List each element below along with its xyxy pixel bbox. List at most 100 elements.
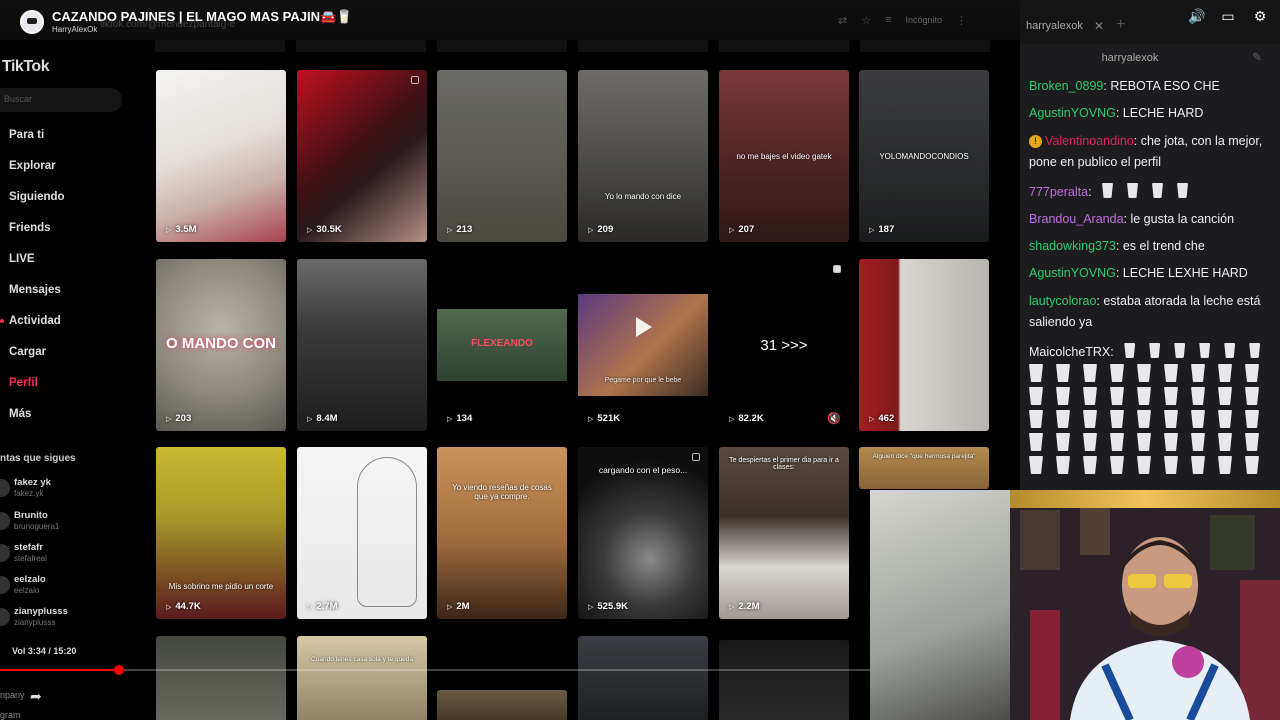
play-icon[interactable]: [636, 317, 652, 337]
avatar: [0, 512, 10, 530]
video-tile[interactable]: YOLOMANDOCONDIOS ▷ 187: [859, 70, 989, 242]
chat-message: Brandou_Aranda: le gusta la canción: [1029, 212, 1235, 226]
cup-emote: [1029, 410, 1043, 428]
cup-emote: [1083, 387, 1097, 405]
partial-tile[interactable]: [437, 40, 567, 52]
chat-tab[interactable]: harryalexok: [1026, 20, 1083, 32]
video-tile[interactable]: cargando con el peso... ▷ 525.9K: [578, 447, 708, 619]
channel-avatar[interactable]: [20, 10, 44, 34]
chat-username[interactable]: 777peralta: [1029, 185, 1088, 199]
pencil-icon[interactable]: ✎: [1252, 50, 1262, 64]
emote-row: [1029, 456, 1279, 479]
view-count: ▷ 2M: [447, 601, 470, 612]
emote-row: [1029, 387, 1279, 410]
cup-emote: [1245, 387, 1259, 405]
video-progress-bar[interactable]: [0, 665, 1020, 675]
activity-notification-dot: [0, 319, 4, 323]
video-tile[interactable]: O MANDO CON ▷ 203: [156, 259, 286, 431]
video-tile[interactable]: ▷ 213: [437, 70, 567, 242]
video-tile[interactable]: ▷ 8.4M: [297, 259, 427, 431]
cup-emote: [1224, 343, 1236, 358]
video-tile[interactable]: Yo lo mando con dice ▷ 209: [578, 70, 708, 242]
video-tile[interactable]: [578, 636, 708, 720]
cup-emote: [1083, 433, 1097, 451]
cup-emote: [1245, 456, 1259, 474]
nav-explorar[interactable]: Explorar: [9, 160, 56, 172]
add-tab-icon[interactable]: +: [1116, 16, 1125, 34]
chat-username[interactable]: Valentinoandino: [1045, 134, 1134, 148]
chat-username[interactable]: AgustinYOVNG: [1029, 106, 1116, 120]
incognito-label[interactable]: Incógnito: [906, 15, 943, 25]
video-tile[interactable]: Alguien dice "que hermosa parejita": [859, 447, 989, 489]
play-icon: ▷: [588, 603, 594, 611]
more-icon[interactable]: ⋮: [956, 14, 967, 27]
multi-image-icon: [833, 265, 841, 273]
cup-emote: [1110, 433, 1124, 451]
avatar: [0, 479, 10, 497]
view-count: ▷ 44.7K: [166, 601, 201, 612]
account-handle: fakez.yk: [14, 489, 44, 498]
chat-username[interactable]: MaicolcheTRX: [1029, 345, 1110, 359]
cup-emote: [1218, 433, 1232, 451]
video-tile[interactable]: 31 >>> ▷ 82.2K 🔇: [719, 259, 849, 431]
nav-friends[interactable]: Friends: [9, 222, 51, 234]
cup-emote: [1218, 387, 1232, 405]
video-tile[interactable]: [437, 690, 567, 720]
partial-tile[interactable]: [155, 40, 285, 52]
video-title-bar: CAZANDO PAJINES | EL MAGO MAS PAJIN🚘🥛 Ha…: [0, 0, 1020, 40]
video-tile[interactable]: Mis sobrino me pidio un corte ▷ 44.7K: [156, 447, 286, 619]
cup-emote: [1056, 387, 1070, 405]
chat-username[interactable]: AgustinYOVNG: [1029, 266, 1116, 280]
nav-mensajes[interactable]: Mensajes: [9, 284, 61, 296]
video-tile[interactable]: FLEXEANDO ▷ 134: [437, 259, 567, 431]
nav-live[interactable]: LIVE: [9, 253, 35, 265]
video-tile[interactable]: ▷ 3.5M: [156, 70, 286, 242]
chat-username[interactable]: Brandou_Aranda: [1029, 212, 1124, 226]
view-count: ▷ 213: [447, 224, 473, 235]
partial-tile[interactable]: [719, 40, 849, 52]
mute-icon[interactable]: 🔇: [827, 412, 841, 425]
video-tile[interactable]: [156, 636, 286, 720]
footer-link[interactable]: npany: [0, 690, 25, 700]
video-tile[interactable]: [719, 640, 849, 720]
cup-emote: [1056, 456, 1070, 474]
volume-icon[interactable]: 🔊: [1188, 8, 1205, 24]
cup-emote: [1174, 343, 1186, 358]
nav-actividad[interactable]: Actividad: [9, 315, 61, 327]
cup-emote: [1110, 410, 1124, 428]
nav-para-ti[interactable]: Para ti: [9, 129, 44, 141]
avatar: [0, 576, 10, 594]
video-tile[interactable]: Te despiertas el primer dia para ir a cl…: [719, 447, 849, 619]
chat-username[interactable]: lautycolorao: [1029, 294, 1096, 308]
cup-emote: [1083, 456, 1097, 474]
nav-mas[interactable]: Más: [9, 408, 31, 420]
close-icon[interactable]: ✕: [1094, 19, 1104, 33]
nav-perfil[interactable]: Perfil: [9, 377, 38, 389]
tiktok-logo[interactable]: TikTok: [2, 58, 50, 76]
video-tile[interactable]: ▷ 30.5K: [297, 70, 427, 242]
partial-tile[interactable]: [578, 40, 708, 52]
chat-username[interactable]: Broken_0899: [1029, 79, 1103, 93]
star-icon[interactable]: ☆: [861, 14, 871, 27]
partial-tile[interactable]: [296, 40, 426, 52]
chat-username[interactable]: shadowking373: [1029, 239, 1116, 253]
channel-name[interactable]: HarryAlexOk: [52, 25, 97, 34]
video-tile[interactable]: Cuando tenes casa sola y te queda: [297, 636, 427, 720]
video-tile[interactable]: no me bajes el video gatek ▷ 207: [719, 70, 849, 242]
nav-siguiendo[interactable]: Siguiendo: [9, 191, 65, 203]
settings-icon[interactable]: ⚙: [1252, 8, 1268, 24]
translate-icon[interactable]: ⇄: [838, 14, 847, 27]
search-input[interactable]: Buscar: [0, 88, 122, 112]
share-icon[interactable]: ➦: [30, 688, 42, 705]
video-tile[interactable]: ▷ 2.7M: [297, 447, 427, 619]
footer-link[interactable]: gram: [0, 710, 21, 720]
partial-tile[interactable]: [860, 40, 990, 52]
chat-text: LECHE HARD: [1122, 106, 1204, 120]
video-tile[interactable]: Pegame por que le bebe ▷ 521K: [578, 259, 708, 431]
tiktok-sidebar: TikTok Buscar Para ti Explorar Siguiendo…: [0, 40, 140, 720]
nav-cargar[interactable]: Cargar: [9, 346, 46, 358]
video-tile[interactable]: Yo viendo reseñas de cosas que ya compre…: [437, 447, 567, 619]
video-tile[interactable]: ▷ 462: [859, 259, 989, 431]
playlist-icon[interactable]: ≡: [885, 14, 891, 26]
captions-icon[interactable]: ▭: [1220, 8, 1236, 24]
